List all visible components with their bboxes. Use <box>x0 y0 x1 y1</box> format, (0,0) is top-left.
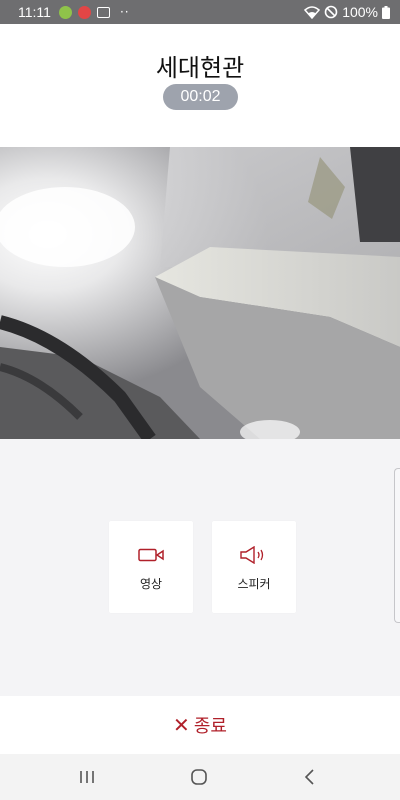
system-navigation-bar <box>0 754 400 800</box>
page-title: 세대현관 <box>155 54 245 82</box>
home-button[interactable] <box>187 766 211 788</box>
more-notifications-indicator: ·· <box>119 5 130 19</box>
end-call-button[interactable]: ✕ 종료 <box>0 696 400 754</box>
recents-button[interactable] <box>75 766 99 788</box>
speaker-icon <box>240 546 268 564</box>
close-icon: ✕ <box>173 713 190 737</box>
app-notification-icon <box>58 5 72 19</box>
status-time: 11:11 <box>18 4 51 20</box>
recents-icon <box>80 771 94 783</box>
wifi-icon <box>304 5 321 19</box>
call-header: 세대현관 00:02 <box>0 24 400 147</box>
speaker-toggle-button[interactable]: 스피커 <box>212 521 296 613</box>
video-toggle-label: 영상 <box>139 577 163 591</box>
speaker-toggle-label: 스피커 <box>237 577 271 591</box>
home-app-notification-icon <box>77 5 91 19</box>
status-bar: 11:11 ·· 100% <box>0 0 400 24</box>
camera-video-feed <box>0 147 400 439</box>
no-disturb-icon <box>324 5 338 19</box>
video-camera-icon <box>138 547 164 563</box>
battery-icon <box>382 5 390 19</box>
home-icon <box>191 769 207 785</box>
call-controls: 영상 스피커 <box>0 439 400 696</box>
back-icon <box>304 769 314 785</box>
call-timer-badge: 00:02 <box>163 84 238 110</box>
battery-percentage: 100% <box>342 4 378 20</box>
edge-panel-handle[interactable] <box>394 468 400 623</box>
image-notification-icon <box>96 6 110 18</box>
video-toggle-button[interactable]: 영상 <box>109 521 193 613</box>
end-call-label: 종료 <box>193 716 227 737</box>
back-button[interactable] <box>298 766 322 788</box>
